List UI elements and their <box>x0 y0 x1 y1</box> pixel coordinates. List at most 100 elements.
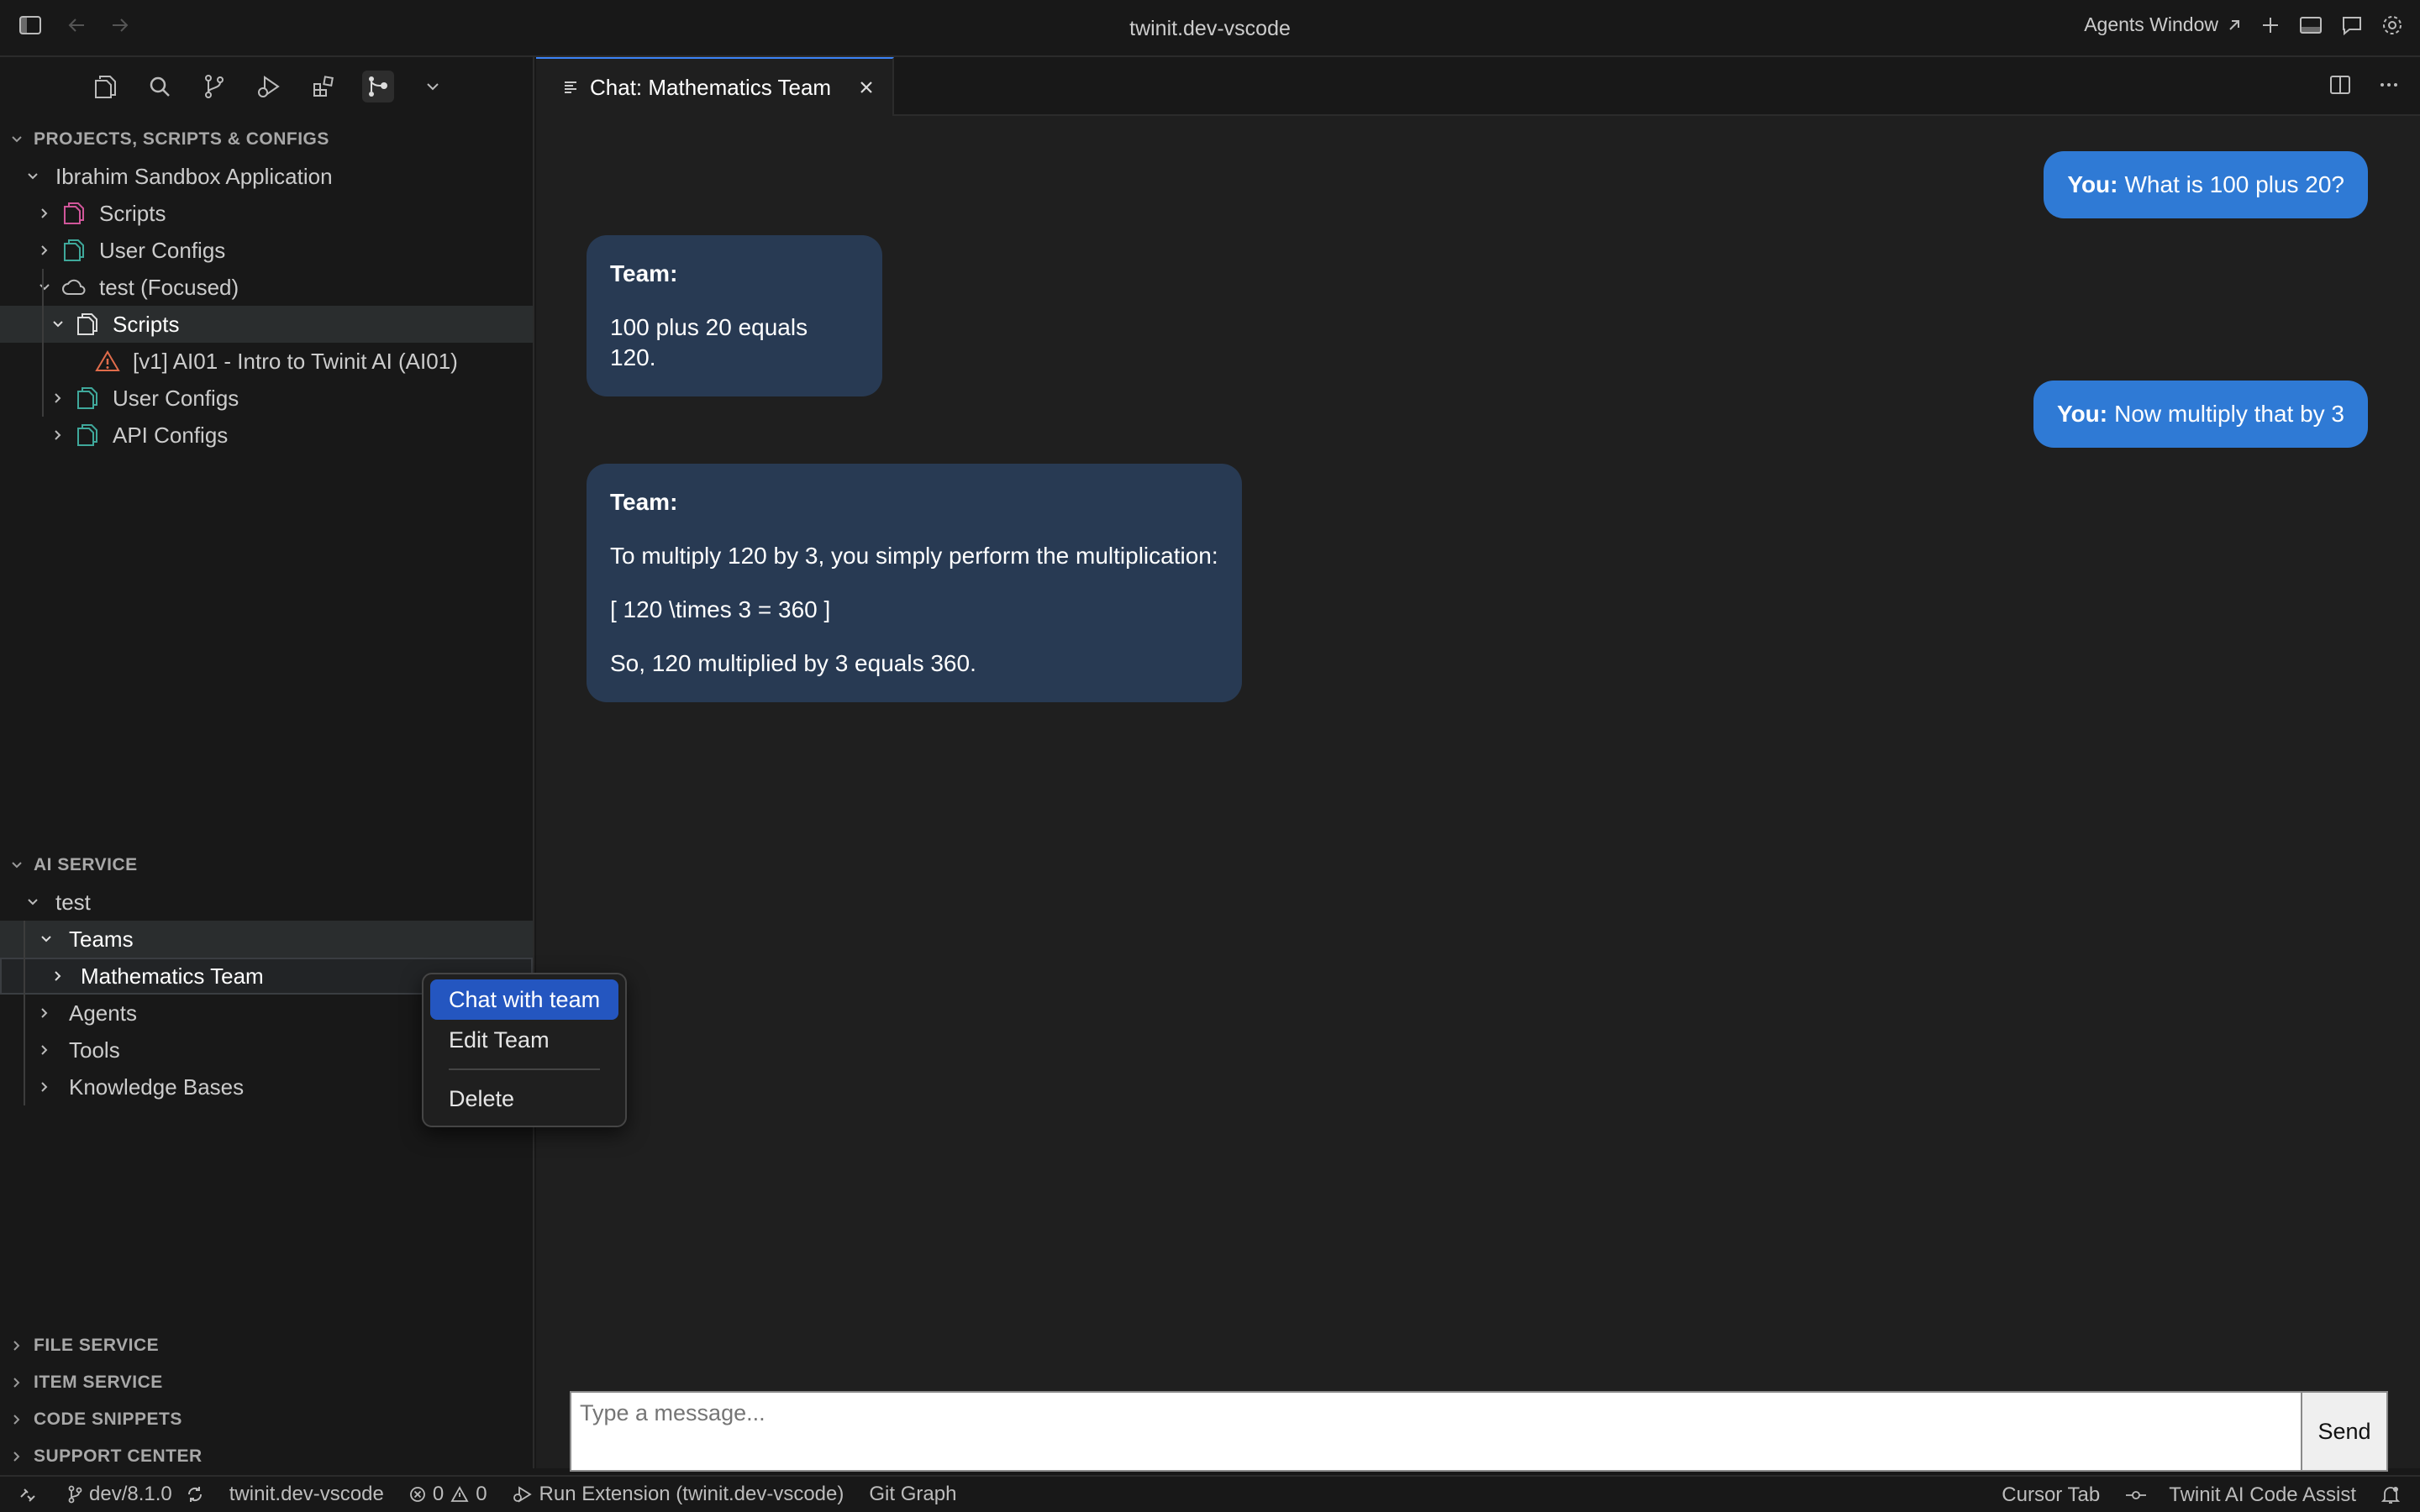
code-assist-status[interactable]: Twinit AI Code Assist <box>2169 1483 2356 1507</box>
bell-icon[interactable] <box>2381 1485 2400 1505</box>
ai-service-section-header[interactable]: AI SERVICE <box>0 847 533 884</box>
message-text: What is 100 plus 20? <box>2124 171 2345 197</box>
menu-item-edit-team[interactable]: Edit Team <box>430 1020 618 1060</box>
warning-icon <box>91 349 124 373</box>
chevron-right-icon <box>10 1413 34 1426</box>
chevron-down-icon <box>10 133 34 146</box>
branch-label: dev/8.1.0 <box>89 1483 172 1505</box>
chevron-right-icon <box>32 207 57 220</box>
split-editor-icon[interactable] <box>2329 74 2351 96</box>
user-message: You: What is 100 plus 20? <box>2044 151 2368 218</box>
chevron-down-icon <box>20 895 45 909</box>
tree-item-label: Ibrahim Sandbox Application <box>55 163 333 189</box>
tab-bar: Chat: Mathematics Team <box>536 57 2420 116</box>
extensions-icon[interactable] <box>308 71 339 102</box>
tree-item-teams[interactable]: Teams <box>0 921 533 958</box>
projects-section-header[interactable]: PROJECTS, SCRIPTS & CONFIGS <box>0 121 533 158</box>
tree-item-scripts[interactable]: Scripts <box>0 195 533 232</box>
chevron-right-icon <box>10 1376 34 1389</box>
source-control-icon[interactable] <box>198 71 230 102</box>
git-graph-status[interactable]: Git Graph <box>869 1483 956 1506</box>
run-extension-status[interactable]: Run Extension (twinit.dev-vscode) <box>513 1483 844 1506</box>
workspace-status[interactable]: twinit.dev-vscode <box>229 1483 384 1506</box>
file-service-section-header[interactable]: FILE SERVICE <box>0 1327 533 1364</box>
section-title: FILE SERVICE <box>34 1336 160 1355</box>
tree-item-label: Mathematics Team <box>81 963 264 989</box>
tree-item-label: Scripts <box>113 311 180 337</box>
title-bar-right: Agents Window <box>2084 13 2403 36</box>
message-text: 100 plus 20 equals 120. <box>610 314 808 370</box>
chat-bubble-icon[interactable] <box>2341 15 2363 35</box>
warning-count: 0 <box>476 1483 487 1505</box>
tree-item-label: [v1] AI01 - Intro to Twinit AI (AI01) <box>133 348 458 374</box>
scripts-icon <box>71 312 104 336</box>
chevron-down-icon[interactable] <box>417 71 449 102</box>
gear-icon[interactable] <box>2381 14 2403 36</box>
team-prefix: Team: <box>610 489 678 515</box>
agents-window-button[interactable]: Agents Window <box>2084 13 2242 36</box>
external-arrow-icon <box>2227 18 2242 33</box>
panel-layout-icon[interactable] <box>2299 15 2323 35</box>
chevron-down-icon <box>45 318 71 331</box>
code-snippets-section-header[interactable]: CODE SNIPPETS <box>0 1401 533 1438</box>
tree-item-script-ai01[interactable]: [v1] AI01 - Intro to Twinit AI (AI01) <box>0 343 533 380</box>
item-service-section-header[interactable]: ITEM SERVICE <box>0 1364 533 1401</box>
more-actions-icon[interactable] <box>2378 74 2400 96</box>
projects-section: PROJECTS, SCRIPTS & CONFIGS Ibrahim Sand… <box>0 121 533 454</box>
tab-chat-mathematics-team[interactable]: Chat: Mathematics Team <box>536 57 894 116</box>
message-text: To multiply 120 by 3, you simply perform… <box>610 543 1218 569</box>
tree-item-app[interactable]: Ibrahim Sandbox Application <box>0 158 533 195</box>
search-icon[interactable] <box>144 71 176 102</box>
send-button[interactable]: Send <box>2301 1393 2386 1470</box>
tree-item-label: Teams <box>69 926 134 952</box>
tree-item-api-configs[interactable]: API Configs <box>0 417 533 454</box>
run-debug-icon[interactable] <box>253 71 285 102</box>
cursor-tab-status[interactable]: Cursor Tab <box>2002 1483 2100 1507</box>
chevron-right-icon <box>32 1043 57 1057</box>
team-prefix: Team: <box>610 260 678 286</box>
tab-label: Chat: Mathematics Team <box>590 74 832 100</box>
message-input[interactable] <box>571 1393 2301 1470</box>
chevron-down-icon <box>20 170 45 183</box>
tree-item-test-scripts[interactable]: Scripts <box>0 306 533 343</box>
sidebar: PROJECTS, SCRIPTS & CONFIGS Ibrahim Sand… <box>0 57 534 1468</box>
branch-status[interactable]: dev/8.1.0 <box>67 1483 204 1506</box>
twinit-graph-icon[interactable] <box>362 71 394 102</box>
close-icon[interactable] <box>858 79 875 96</box>
tree-item-test-focused[interactable]: test (Focused) <box>0 269 533 306</box>
support-center-section-header[interactable]: SUPPORT CENTER <box>0 1438 533 1475</box>
menu-item-chat-with-team[interactable]: Chat with team <box>430 979 618 1020</box>
config-icon <box>71 386 104 410</box>
chevron-down-icon <box>34 932 59 946</box>
tree-item-label: Agents <box>69 1000 137 1026</box>
team-message: Team: To multiply 120 by 3, you simply p… <box>587 464 1242 702</box>
plus-icon[interactable] <box>2260 15 2281 35</box>
chevron-down-icon <box>32 281 57 294</box>
explorer-files-icon[interactable] <box>89 71 121 102</box>
problems-status[interactable]: 0 0 <box>409 1483 487 1506</box>
tab-bar-actions <box>2329 74 2400 96</box>
tree-item-test-user-configs[interactable]: User Configs <box>0 380 533 417</box>
message-composer: Send <box>570 1391 2388 1472</box>
message-text: [ 120 \times 3 = 360 ] <box>610 596 831 622</box>
cloud-icon <box>57 278 91 297</box>
user-prefix: You: <box>2056 401 2108 427</box>
chevron-right-icon <box>45 428 71 442</box>
error-icon <box>409 1486 426 1503</box>
user-prefix: You: <box>2067 171 2118 197</box>
tree-item-user-configs[interactable]: User Configs <box>0 232 533 269</box>
message-text: So, 120 multiplied by 3 equals 360. <box>610 650 976 676</box>
menu-item-delete[interactable]: Delete <box>430 1079 618 1119</box>
indent-guide <box>42 269 44 417</box>
chevron-right-icon <box>32 244 57 257</box>
status-bar: dev/8.1.0 twinit.dev-vscode 0 0 Run Exte… <box>0 1475 2420 1512</box>
error-count: 0 <box>432 1483 445 1505</box>
tree-item-label: User Configs <box>113 385 239 411</box>
preview-lines-icon <box>563 79 578 96</box>
commit-icon[interactable] <box>2125 1488 2147 1503</box>
tree-item-ai-test[interactable]: test <box>0 884 533 921</box>
warning-icon <box>450 1486 469 1503</box>
team-message: Team: 100 plus 20 equals 120. <box>587 235 882 396</box>
ai-service-section-title: AI SERVICE <box>34 855 138 874</box>
remote-icon[interactable] <box>18 1485 37 1504</box>
